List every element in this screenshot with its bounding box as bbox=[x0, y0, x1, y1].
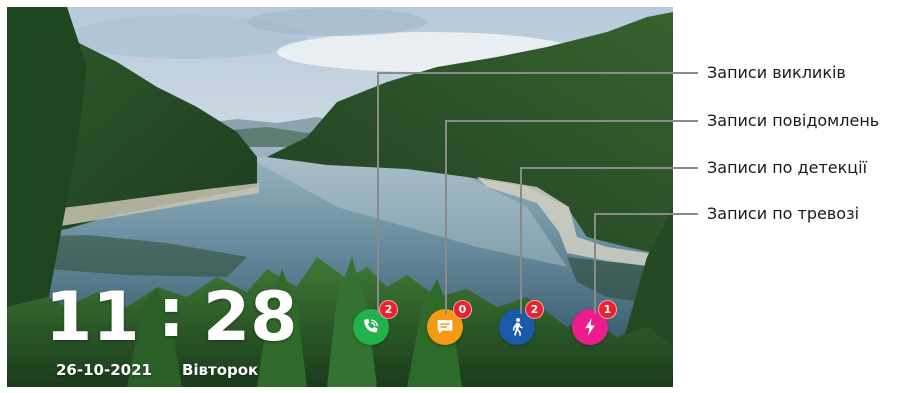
intercom-screen: 11:28 26-10-2021 Вівторок 2 0 2 1 bbox=[7, 7, 673, 387]
detection-records-button[interactable]: 2 bbox=[499, 300, 544, 345]
lightning-icon bbox=[585, 318, 595, 336]
legend-label-alarm: Записи по тревозі bbox=[707, 204, 860, 223]
message-icon bbox=[437, 320, 453, 334]
legend-label-messages: Записи повідомлень bbox=[707, 111, 880, 130]
call-records-button[interactable]: 2 bbox=[353, 300, 398, 345]
clock-display: 11:28 bbox=[45, 275, 298, 357]
date-value: 26-10-2021 bbox=[56, 361, 152, 379]
clock-minutes: 28 bbox=[202, 278, 298, 357]
message-records-button[interactable]: 0 bbox=[427, 300, 472, 345]
clock-separator: : bbox=[157, 274, 185, 353]
legend-label-calls: Записи викликів bbox=[707, 63, 846, 82]
message-records-count-badge: 0 bbox=[453, 300, 472, 319]
call-records-count-badge: 2 bbox=[379, 300, 398, 319]
date-line: 26-10-2021 Вівторок bbox=[56, 361, 258, 379]
clock-hours: 11 bbox=[45, 278, 140, 357]
legend-label-detection: Записи по детекції bbox=[707, 158, 868, 177]
detection-records-count-badge: 2 bbox=[525, 300, 544, 319]
weekday: Вівторок bbox=[181, 361, 259, 379]
alarm-records-button[interactable]: 1 bbox=[572, 300, 617, 345]
phone-call-icon bbox=[364, 319, 379, 333]
walking-person-icon bbox=[512, 318, 523, 336]
alarm-records-count-badge: 1 bbox=[598, 300, 617, 319]
